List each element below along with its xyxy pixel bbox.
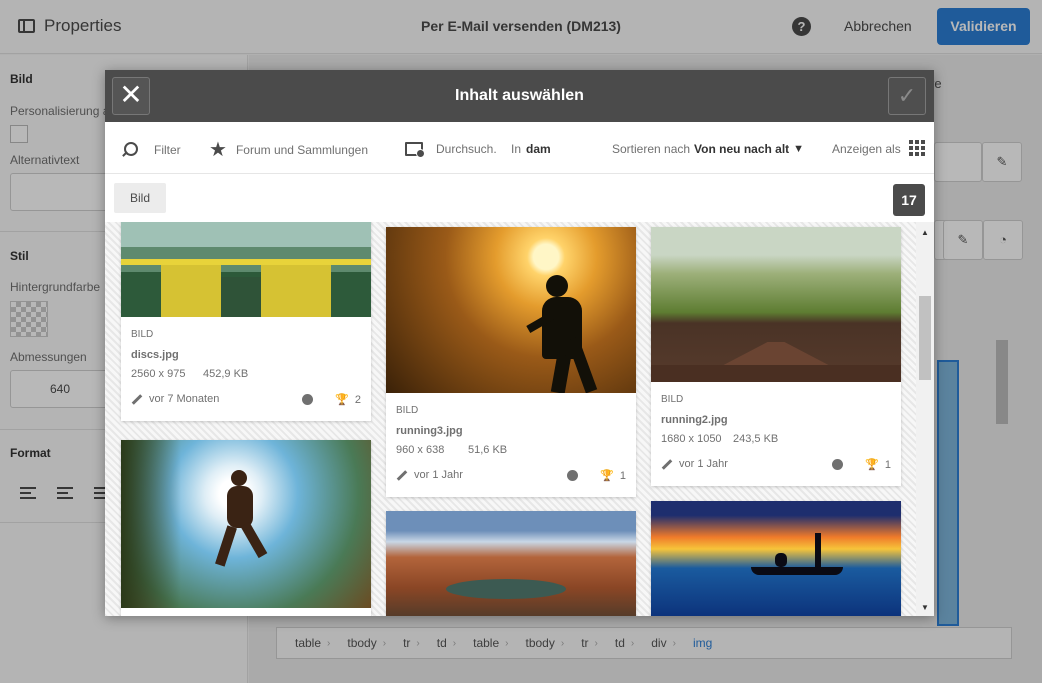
asset-dimensions: 1680 x 1050 (661, 433, 722, 445)
asset-thumbnail (386, 227, 636, 393)
location-indicator[interactable]: In dam (511, 142, 551, 156)
collections-label: Forum und Sammlungen (235, 143, 369, 157)
asset-trophy-count: 2 (354, 393, 361, 406)
asset-grid: BILD discs.jpg 2560 x 975 452,9 KB vor 7… (105, 222, 916, 616)
trophy-icon: 🏆 (865, 459, 879, 471)
scroll-down-icon[interactable]: ▼ (921, 603, 929, 612)
asset-trophy-count: 1 (619, 469, 626, 482)
select-content-dialog: ✕ Inhalt auswählen ✓ Filter ★ Forum und … (105, 70, 934, 616)
dialog-header: ✕ Inhalt auswählen ✓ (105, 70, 934, 122)
sort-value: Von neu nach alt (694, 142, 790, 156)
dialog-toolbar: Filter ★ Forum und Sammlungen Durchsuch.… (105, 122, 934, 174)
asset-filename: running3.jpg (396, 425, 463, 437)
in-label: In (511, 142, 522, 156)
asset-date: vor 1 Jahr (414, 469, 463, 481)
filter-button[interactable]: Filter (121, 142, 181, 158)
asset-card[interactable] (651, 501, 901, 616)
scrollbar-thumb[interactable] (919, 296, 931, 380)
asset-card[interactable]: BILD running3.jpg 960 x 638 51,6 KB vor … (386, 227, 636, 497)
asset-type: BILD (396, 405, 419, 416)
asset-stats: 🏆 1 (832, 458, 891, 471)
asset-filename: discs.jpg (131, 349, 179, 361)
asset-filesize: 51,6 KB (468, 444, 508, 456)
sort-dropdown[interactable]: Sortieren nach Von neu nach alt ▼ (612, 142, 804, 156)
asset-type: BILD (661, 394, 684, 405)
scroll-up-icon[interactable]: ▲ (921, 228, 929, 237)
asset-dimensions: 2560 x 975 (131, 368, 186, 380)
asset-thumbnail (121, 440, 371, 608)
asset-modified: vor 1 Jahr (661, 458, 728, 470)
asset-date: vor 7 Monaten (149, 393, 220, 405)
grid-scrollbar[interactable]: ▲ ▼ (916, 222, 934, 616)
asset-meta: BILD running3.jpg 960 x 638 51,6 KB vor … (386, 393, 636, 497)
asset-meta: BILD running2.jpg 1680 x 1050 243,5 KB v… (651, 382, 901, 486)
trophy-icon: 🏆 (335, 394, 349, 406)
asset-modified: vor 7 Monaten (131, 393, 219, 405)
view-label: Anzeigen als (832, 142, 901, 156)
collections-button[interactable]: ★ Forum und Sammlungen (209, 139, 369, 161)
asset-thumbnail (651, 501, 901, 616)
asset-date: vor 1 Jahr (679, 458, 728, 470)
trophy-icon: 🏆 (600, 470, 614, 482)
asset-filesize: 452,9 KB (203, 368, 249, 380)
asset-filesize: 243,5 KB (733, 433, 779, 445)
asset-card[interactable] (386, 511, 636, 616)
collection-icon (832, 459, 844, 470)
collection-icon (567, 470, 579, 481)
dialog-title: Inhalt auswählen (455, 87, 584, 104)
search-icon (121, 142, 138, 158)
browse-label: Durchsuch. (436, 142, 497, 156)
view-toggle[interactable]: Anzeigen als (832, 140, 925, 156)
asset-meta: BILD discs.jpg 2560 x 975 452,9 KB vor 7… (121, 317, 371, 421)
asset-thumbnail (386, 511, 636, 616)
asset-card[interactable] (121, 440, 371, 616)
folder-browse-icon (405, 142, 425, 158)
pencil-icon (131, 393, 143, 405)
browse-button[interactable]: Durchsuch. (405, 142, 497, 158)
asset-stats: 🏆 1 (567, 469, 626, 482)
asset-modified: vor 1 Jahr (396, 469, 463, 481)
asset-stats: 🏆 2 (302, 393, 361, 406)
filter-tag[interactable]: Bild (114, 183, 167, 213)
location-value: dam (526, 142, 551, 156)
result-count-badge: 17 (893, 184, 925, 216)
confirm-button[interactable]: ✓ (888, 77, 926, 115)
asset-card[interactable]: BILD running2.jpg 1680 x 1050 243,5 KB v… (651, 227, 901, 486)
pencil-icon (661, 458, 673, 470)
filter-label: Filter (154, 143, 181, 157)
asset-type: BILD (131, 329, 154, 340)
grid-view-icon (908, 140, 925, 156)
sort-label: Sortieren nach (612, 142, 691, 156)
asset-thumbnail (651, 227, 901, 382)
asset-meta (121, 608, 371, 616)
star-icon: ★ (209, 139, 227, 161)
asset-trophy-count: 1 (884, 458, 891, 471)
pencil-icon (396, 469, 408, 481)
collection-icon (302, 394, 314, 405)
asset-dimensions: 960 x 638 (396, 444, 445, 456)
asset-thumbnail (121, 222, 371, 317)
caret-down-icon: ▼ (793, 143, 805, 155)
asset-card[interactable]: BILD discs.jpg 2560 x 975 452,9 KB vor 7… (121, 222, 371, 421)
asset-filename: running2.jpg (661, 414, 728, 426)
filter-bar: Bild 17 (105, 174, 934, 222)
